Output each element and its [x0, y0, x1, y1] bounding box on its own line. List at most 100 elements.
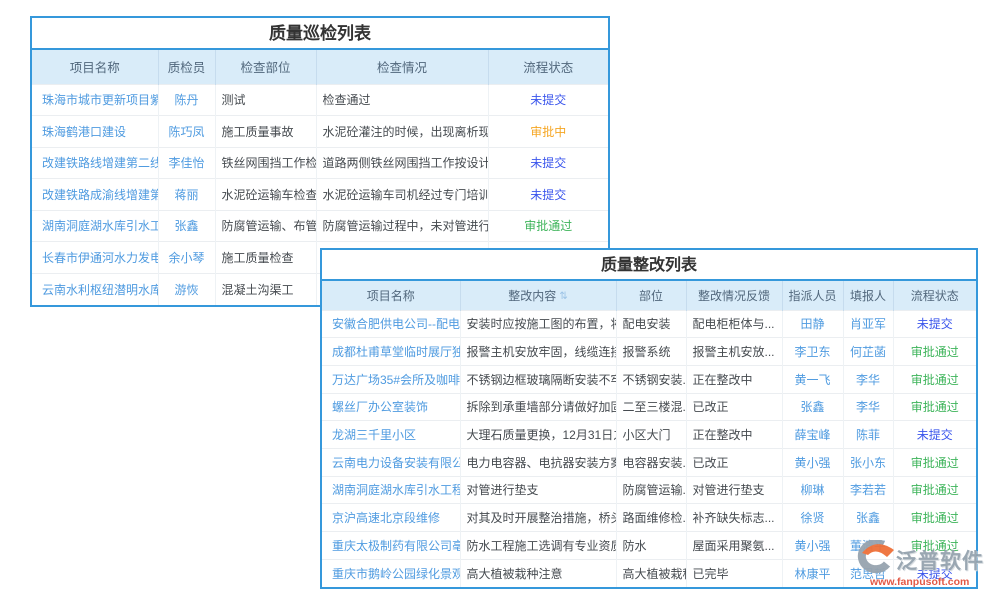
table-row: 龙湖三千里小区 大理石质量更换，12月31日之... 小区大门 正在整改中 薛宝…	[322, 421, 976, 449]
reporter-link[interactable]: 张小东	[843, 448, 893, 476]
situation-cell: 水泥砼运输车司机经过专门培训...	[316, 179, 488, 211]
col-inspect-situation: 检查情况	[316, 50, 488, 84]
inspection-table-title: 质量巡检列表	[32, 18, 608, 50]
content-cell: 拆除到承重墙部分请做好加固...	[460, 393, 616, 421]
rectification-table-panel: 质量整改列表 项目名称 整改内容⇅ 部位 整改情况反馈 指派人员 填报人 流程状…	[320, 248, 978, 589]
part-cell: 混凝土沟渠工	[215, 273, 316, 305]
assignee-link[interactable]: 张鑫	[782, 393, 843, 421]
feedback-cell: 屋面采用聚氨...	[686, 532, 782, 560]
assignee-link[interactable]: 李卫东	[782, 338, 843, 366]
content-cell: 报警主机安放牢固，线缆连接...	[460, 338, 616, 366]
part-cell: 水泥砼运输车检查	[215, 179, 316, 211]
reporter-link[interactable]: 范思哲	[843, 559, 893, 587]
situation-cell: 水泥砼灌注的时候，出现离析现象	[316, 116, 488, 148]
project-link[interactable]: 改建铁路线增建第二线...	[32, 147, 158, 179]
reporter-link[interactable]: 李若若	[843, 476, 893, 504]
assignee-link[interactable]: 林康平	[782, 559, 843, 587]
content-cell: 电力电容器、电抗器安装方案,...	[460, 448, 616, 476]
part-cell: 防腐管运输...	[616, 476, 686, 504]
feedback-cell: 已完毕	[686, 559, 782, 587]
col-reporter: 填报人	[843, 281, 893, 310]
project-link[interactable]: 云南水利枢纽潜明水库...	[32, 273, 158, 305]
assignee-link[interactable]: 田静	[782, 310, 843, 338]
feedback-cell: 已改正	[686, 393, 782, 421]
col-feedback: 整改情况反馈	[686, 281, 782, 310]
project-link[interactable]: 长春市伊通河水力发电...	[32, 242, 158, 274]
reporter-link[interactable]: 陈菲	[843, 421, 893, 449]
inspector-link[interactable]: 蒋丽	[158, 179, 215, 211]
project-link[interactable]: 湖南洞庭湖水库引水工程施工标	[322, 476, 460, 504]
inspector-link[interactable]: 李佳怡	[158, 147, 215, 179]
assignee-link[interactable]: 黄小强	[782, 448, 843, 476]
sort-icon[interactable]: ⇅	[559, 291, 567, 302]
part-cell: 高大植被栽种	[616, 559, 686, 587]
part-cell: 测试	[215, 84, 316, 116]
inspector-link[interactable]: 余小琴	[158, 242, 215, 274]
project-link[interactable]: 改建铁路成渝线增建第...	[32, 179, 158, 211]
project-link[interactable]: 重庆太极制药有限公司亳州中...	[322, 532, 460, 560]
col-flow-status: 流程状态	[488, 50, 608, 84]
table-row: 京沪高速北京段维修 对其及时开展整治措施，桥头... 路面维修检... 补齐缺失…	[322, 504, 976, 532]
status-badge: 未提交	[893, 559, 976, 587]
status-badge: 审批通过	[893, 448, 976, 476]
project-link[interactable]: 重庆市鹅岭公园绿化景观提升...	[322, 559, 460, 587]
col-part: 部位	[616, 281, 686, 310]
part-cell: 防水	[616, 532, 686, 560]
part-cell: 二至三楼混...	[616, 393, 686, 421]
project-link[interactable]: 成都杜甫草堂临时展厅独立展...	[322, 338, 460, 366]
inspector-link[interactable]: 游恢	[158, 273, 215, 305]
assignee-link[interactable]: 薛宝峰	[782, 421, 843, 449]
status-badge: 未提交	[488, 84, 608, 116]
content-cell: 对管进行垫支	[460, 476, 616, 504]
reporter-link[interactable]: 董清平	[843, 532, 893, 560]
table-row: 万达广场35#会所及咖啡厅空... 不锈钢边框玻璃隔断安装不牢... 不锈钢安装…	[322, 365, 976, 393]
status-badge: 未提交	[488, 179, 608, 211]
table-row: 安徽合肥供电公司--配电设备... 安装时应按施工图的布置，将... 配电安装 …	[322, 310, 976, 338]
reporter-link[interactable]: 何芷菡	[843, 338, 893, 366]
feedback-cell: 已改正	[686, 448, 782, 476]
project-link[interactable]: 安徽合肥供电公司--配电设备...	[322, 310, 460, 338]
situation-cell: 防腐管运输过程中，未对管进行...	[316, 210, 488, 242]
inspector-link[interactable]: 陈巧凤	[158, 116, 215, 148]
feedback-cell: 正在整改中	[686, 421, 782, 449]
project-link[interactable]: 珠海鹤港口建设	[32, 116, 158, 148]
reporter-link[interactable]: 李华	[843, 365, 893, 393]
part-cell: 防腐管运输、布管	[215, 210, 316, 242]
project-link[interactable]: 湖南洞庭湖水库引水工...	[32, 210, 158, 242]
status-badge: 审批通过	[893, 504, 976, 532]
reporter-link[interactable]: 张鑫	[843, 504, 893, 532]
status-badge: 审批通过	[893, 365, 976, 393]
col-inspect-part: 检查部位	[215, 50, 316, 84]
project-link[interactable]: 云南电力设备安装有限公司20...	[322, 448, 460, 476]
col-rectify-content[interactable]: 整改内容⇅	[460, 281, 616, 310]
table-row: 改建铁路线增建第二线... 李佳怡 铁丝网围挡工作检查 道路两侧铁丝网围挡工作按…	[32, 147, 608, 179]
assignee-link[interactable]: 徐贤	[782, 504, 843, 532]
part-cell: 施工质量检查	[215, 242, 316, 274]
inspector-link[interactable]: 陈丹	[158, 84, 215, 116]
reporter-link[interactable]: 肖亚军	[843, 310, 893, 338]
table-row: 重庆市鹅岭公园绿化景观提升... 高大植被栽种注意 高大植被栽种 已完毕 林康平…	[322, 559, 976, 587]
project-link[interactable]: 万达广场35#会所及咖啡厅空...	[322, 365, 460, 393]
col-flow-status: 流程状态	[893, 281, 976, 310]
situation-cell: 道路两侧铁丝网围挡工作按设计...	[316, 147, 488, 179]
assignee-link[interactable]: 黄一飞	[782, 365, 843, 393]
assignee-link[interactable]: 柳琳	[782, 476, 843, 504]
part-cell: 配电安装	[616, 310, 686, 338]
part-cell: 路面维修检...	[616, 504, 686, 532]
part-cell: 小区大门	[616, 421, 686, 449]
project-link[interactable]: 螺丝厂办公室装饰	[322, 393, 460, 421]
project-link[interactable]: 京沪高速北京段维修	[322, 504, 460, 532]
table-row: 云南电力设备安装有限公司20... 电力电容器、电抗器安装方案,... 电容器安…	[322, 448, 976, 476]
project-link[interactable]: 龙湖三千里小区	[322, 421, 460, 449]
inspector-link[interactable]: 张鑫	[158, 210, 215, 242]
reporter-link[interactable]: 李华	[843, 393, 893, 421]
table-row: 湖南洞庭湖水库引水工程施工标 对管进行垫支 防腐管运输... 对管进行垫支 柳琳…	[322, 476, 976, 504]
assignee-link[interactable]: 黄小强	[782, 532, 843, 560]
part-cell: 不锈钢安装...	[616, 365, 686, 393]
content-cell: 高大植被栽种注意	[460, 559, 616, 587]
project-link[interactable]: 珠海市城市更新项目紫...	[32, 84, 158, 116]
rectification-table-title: 质量整改列表	[322, 250, 976, 281]
feedback-cell: 配电柜柜体与...	[686, 310, 782, 338]
inspection-header-row: 项目名称 质检员 检查部位 检查情况 流程状态	[32, 50, 608, 84]
content-cell: 不锈钢边框玻璃隔断安装不牢...	[460, 365, 616, 393]
